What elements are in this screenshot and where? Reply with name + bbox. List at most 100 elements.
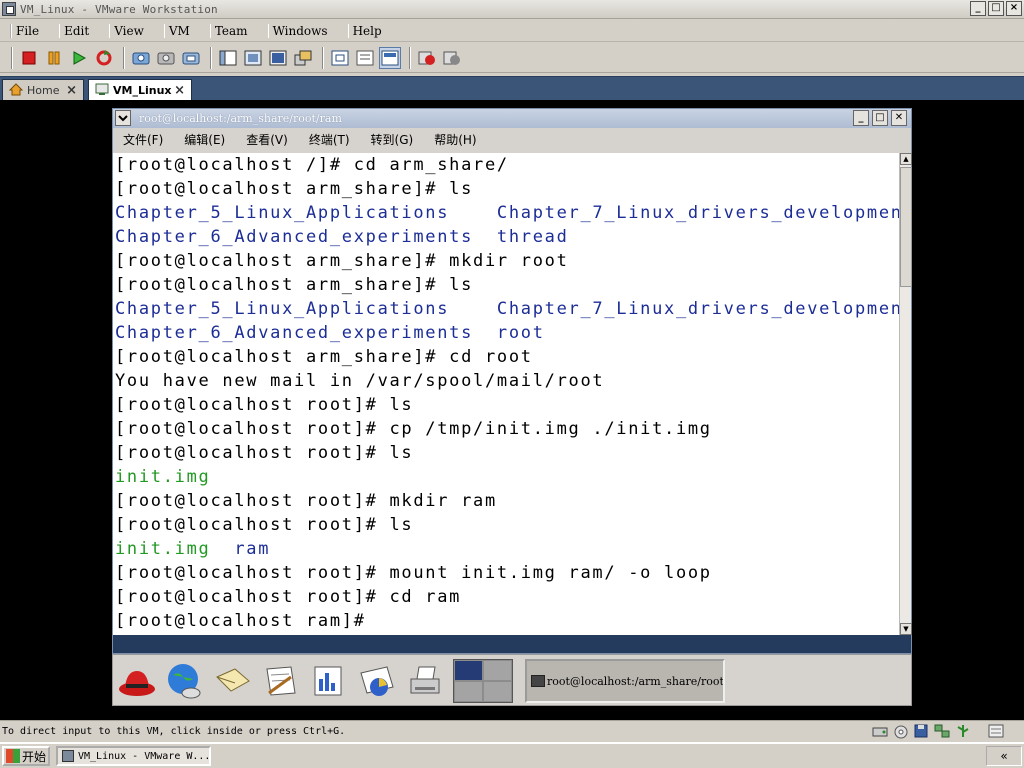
reset-icon[interactable] — [93, 47, 115, 69]
guest-menu-terminal[interactable]: 终端(T) — [309, 131, 350, 148]
replay-icon[interactable] — [441, 47, 463, 69]
usb-icon[interactable] — [955, 724, 971, 740]
guest-panel: root@localhost:/arm_share/root/ram — [112, 654, 912, 706]
tab-vm-linux-close-icon[interactable]: × — [174, 83, 185, 98]
scroll-down-icon[interactable]: ▼ — [900, 623, 912, 635]
tab-vm-linux[interactable]: VM_Linux × — [88, 79, 192, 101]
floppy-icon[interactable] — [913, 724, 929, 740]
message-log-icon[interactable] — [988, 724, 1004, 740]
terminal-line: [root@localhost root]# ls — [115, 513, 413, 537]
terminal-text: Chapter_5_Linux_Applications Chapter_7_L… — [115, 203, 899, 223]
printer-icon[interactable] — [403, 659, 447, 703]
spreadsheet-icon[interactable] — [307, 659, 351, 703]
terminal-output[interactable]: [root@localhost /]# cd arm_share/ [root@l… — [113, 153, 899, 635]
toolbar — [0, 43, 1024, 73]
record-icon[interactable] — [416, 47, 438, 69]
guest-menu-view[interactable]: 查看(V) — [246, 131, 288, 148]
cd-rom-icon[interactable] — [893, 724, 909, 740]
console-view-icon[interactable] — [329, 47, 351, 69]
guest-menu-edit[interactable]: 编辑(E) — [184, 131, 225, 148]
guest-menu-bar: 文件(F) 编辑(E) 查看(V) 终端(T) 转到(G) 帮助(H) — [113, 128, 911, 151]
snapshot-manager-icon[interactable] — [180, 47, 202, 69]
terminal-text: [root@localhost root]# ls — [115, 515, 414, 535]
menu-help[interactable]: Help — [347, 23, 386, 38]
scroll-up-icon[interactable]: ▲ — [900, 153, 912, 165]
tab-home[interactable]: Home × — [2, 79, 84, 101]
suspend-icon[interactable] — [43, 47, 65, 69]
menu-edit[interactable]: Edit — [59, 23, 93, 38]
scrollbar-thumb[interactable] — [900, 167, 912, 287]
terminal-text: init.img — [115, 539, 235, 559]
guest-window-title: root@localhost:/arm_share/root/ram — [139, 112, 342, 125]
text-editor-icon[interactable] — [259, 659, 303, 703]
terminal-line: [root@localhost root]# mount init.img ra… — [115, 561, 712, 585]
guest-terminal-window[interactable]: root@localhost:/arm_share/root/ram _ □ ✕… — [112, 108, 912, 654]
terminal-text: [root@localhost arm_share]# cd root — [115, 347, 533, 367]
taskbar-window-label: VM_Linux - VMware W... — [78, 750, 211, 762]
power-off-icon[interactable] — [18, 47, 40, 69]
revert-snapshot-icon[interactable] — [155, 47, 177, 69]
terminal-text: [root@localhost arm_share]# ls — [115, 275, 474, 295]
close-button[interactable]: × — [1006, 1, 1022, 16]
terminal-text: [root@localhost root]# cp /tmp/init.img … — [115, 419, 712, 439]
appliance-view-icon[interactable] — [379, 46, 401, 69]
unity-icon[interactable] — [292, 47, 314, 69]
workspace-3[interactable] — [455, 682, 482, 701]
terminal-line: [root@localhost root]# ls — [115, 441, 413, 465]
toolbar-separator — [210, 46, 212, 69]
workspace-4[interactable] — [484, 682, 511, 701]
quick-switch-icon[interactable] — [242, 47, 264, 69]
terminal-line: Chapter_6_Advanced_experiments thread — [115, 225, 569, 249]
mail-icon[interactable] — [211, 659, 255, 703]
workspace-switcher[interactable] — [453, 659, 513, 703]
windows-logo-icon — [6, 749, 20, 763]
show-sidebar-icon[interactable] — [217, 47, 239, 69]
summary-view-icon[interactable] — [354, 47, 376, 69]
menu-file[interactable]: File — [10, 23, 43, 38]
guest-close-icon[interactable]: ✕ — [891, 110, 907, 126]
terminal-scrollbar[interactable]: ▲ ▼ — [899, 153, 912, 635]
minimize-button[interactable]: _ — [970, 1, 986, 16]
guest-menu-file[interactable]: 文件(F) — [123, 131, 163, 148]
terminal-text: [root@localhost root]# cd ram — [115, 587, 462, 607]
tab-vm-linux-label: VM_Linux — [113, 84, 172, 97]
guest-menu-go[interactable]: 转到(G) — [371, 131, 414, 148]
tray-expand-icon: « — [1000, 749, 1008, 763]
maximize-button[interactable]: □ — [988, 1, 1004, 16]
menu-view[interactable]: View — [109, 23, 148, 38]
app-title: VM_Linux - VMware Workstation — [20, 2, 218, 16]
terminal-line: [root@localhost arm_share]# cd root — [115, 345, 533, 369]
tray-expand-button[interactable]: « — [986, 746, 1022, 766]
network-icon[interactable] — [934, 724, 950, 740]
full-screen-icon[interactable] — [267, 47, 289, 69]
terminal-text: ram — [234, 539, 271, 559]
redhat-menu-icon[interactable] — [115, 659, 159, 703]
window-menu-chevron-icon[interactable] — [115, 110, 131, 126]
menu-vm[interactable]: VM — [163, 23, 194, 38]
vmware-taskbar-icon — [62, 750, 74, 762]
terminal-line: [root@localhost /]# cd arm_share/ — [115, 153, 509, 177]
guest-maximize-icon[interactable]: □ — [872, 110, 888, 126]
workspace-1[interactable] — [455, 661, 482, 680]
toolbar-grip — [11, 46, 13, 69]
web-browser-icon[interactable] — [163, 659, 207, 703]
menu-team[interactable]: Team — [209, 23, 252, 38]
terminal-text: Chapter_5_Linux_Applications Chapter_7_L… — [115, 299, 899, 319]
hard-disk-icon[interactable] — [872, 724, 888, 740]
presentation-icon[interactable] — [355, 659, 399, 703]
terminal-text: [root@localhost root]# ls — [115, 395, 414, 415]
terminal-text: [root@localhost root]# ls — [115, 443, 414, 463]
tab-home-close-icon[interactable]: × — [66, 83, 77, 98]
start-button[interactable]: 开始 — [2, 746, 50, 766]
guest-task-label: root@localhost:/arm_share/root/ram — [547, 674, 724, 688]
terminal-text: Chapter_6_Advanced_experiments thread — [115, 227, 569, 247]
tab-strip: Home × VM_Linux × — [0, 76, 1024, 101]
guest-menu-help[interactable]: 帮助(H) — [434, 131, 476, 148]
menu-windows[interactable]: Windows — [267, 23, 332, 38]
guest-minimize-icon[interactable]: _ — [853, 110, 869, 126]
taskbar-window-button[interactable]: VM_Linux - VMware W... — [56, 746, 211, 766]
power-on-icon[interactable] — [68, 47, 90, 69]
workspace-2[interactable] — [484, 661, 511, 680]
snapshot-icon[interactable] — [130, 47, 152, 69]
guest-task-button[interactable]: root@localhost:/arm_share/root/ram — [525, 659, 725, 703]
